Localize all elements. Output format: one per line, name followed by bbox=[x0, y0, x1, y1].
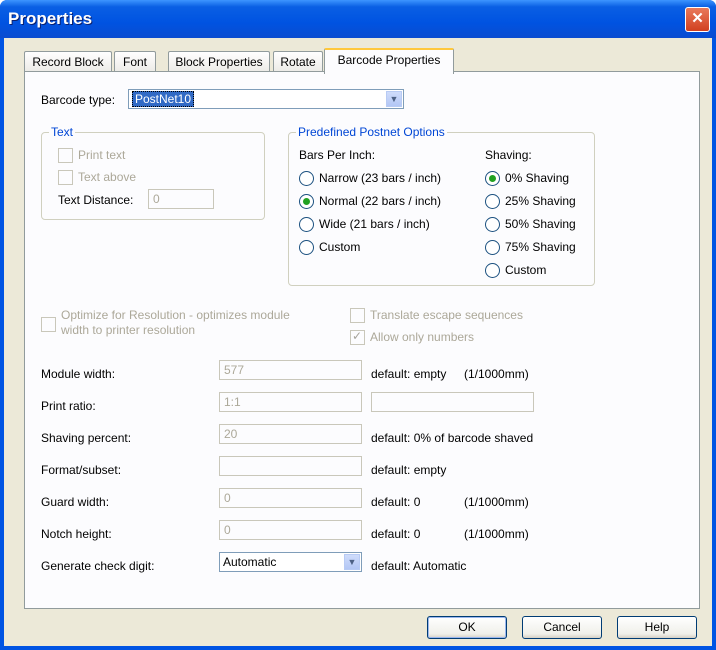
tab-record-block[interactable]: Record Block bbox=[24, 51, 112, 72]
postnet-group-title: Predefined Postnet Options bbox=[296, 125, 447, 139]
guard-width-input[interactable]: 0 bbox=[219, 488, 362, 508]
translate-escape-label: Translate escape sequences bbox=[370, 308, 523, 322]
guard-width-unit: (1/1000mm) bbox=[464, 495, 529, 509]
optimize-resolution-checkbox[interactable] bbox=[41, 317, 56, 332]
radio-narrow-label: Narrow (23 bars / inch) bbox=[319, 171, 442, 185]
check-digit-default: default: Automatic bbox=[371, 559, 467, 573]
optimize-resolution-label-line2: width to printer resolution bbox=[61, 323, 196, 337]
close-button[interactable]: ✕ bbox=[685, 7, 710, 32]
radio-wide-label: Wide (21 bars / inch) bbox=[319, 217, 430, 231]
ok-button[interactable]: OK bbox=[427, 616, 507, 639]
text-above-checkbox[interactable] bbox=[58, 170, 73, 185]
postnet-options-group: Predefined Postnet Options Bars Per Inch… bbox=[288, 125, 595, 286]
print-ratio-label: Print ratio: bbox=[41, 399, 96, 413]
text-distance-input[interactable]: 0 bbox=[148, 189, 214, 209]
cancel-button[interactable]: Cancel bbox=[522, 616, 602, 639]
radio-shaving-25-label: 25% Shaving bbox=[505, 194, 576, 208]
chevron-down-icon[interactable]: ▼ bbox=[344, 554, 360, 570]
tab-font[interactable]: Font bbox=[114, 51, 156, 72]
text-distance-label: Text Distance: bbox=[58, 193, 134, 207]
module-width-label: Module width: bbox=[41, 367, 116, 381]
check-digit-select[interactable]: Automatic ▼ bbox=[219, 552, 362, 572]
check-digit-label: Generate check digit: bbox=[41, 559, 155, 573]
barcode-type-value: PostNet10 bbox=[132, 91, 195, 107]
tab-block-properties[interactable]: Block Properties bbox=[168, 51, 270, 72]
check-digit-value: Automatic bbox=[223, 555, 277, 569]
allow-numbers-label: Allow only numbers bbox=[370, 330, 475, 344]
text-above-label: Text above bbox=[78, 170, 137, 184]
radio-bars-custom-label: Custom bbox=[319, 240, 361, 254]
tab-rotate[interactable]: Rotate bbox=[273, 51, 323, 72]
radio-shaving-0[interactable] bbox=[485, 171, 500, 186]
guard-width-label: Guard width: bbox=[41, 495, 110, 509]
text-group: Text Print text Text above Text Distance… bbox=[41, 125, 265, 220]
radio-shaving-50[interactable] bbox=[485, 217, 500, 232]
help-button[interactable]: Help bbox=[617, 616, 697, 639]
radio-shaving-75[interactable] bbox=[485, 240, 500, 255]
radio-shaving-custom-label: Custom bbox=[505, 263, 547, 277]
radio-bars-custom[interactable] bbox=[299, 240, 314, 255]
notch-height-input[interactable]: 0 bbox=[219, 520, 362, 540]
module-width-input[interactable]: 577 bbox=[219, 360, 362, 380]
radio-normal[interactable] bbox=[299, 194, 314, 209]
dialog-window: Properties ✕ Record Block Font Block Pro… bbox=[0, 0, 716, 650]
barcode-properties-panel: Barcode type: PostNet10 ▼ Text Print tex… bbox=[24, 71, 700, 609]
radio-narrow[interactable] bbox=[299, 171, 314, 186]
radio-shaving-25[interactable] bbox=[485, 194, 500, 209]
optimize-resolution-label-line1: Optimize for Resolution - optimizes modu… bbox=[61, 308, 290, 322]
format-subset-default: default: empty bbox=[371, 463, 447, 477]
print-text-label: Print text bbox=[78, 148, 126, 162]
title-bar[interactable]: Properties ✕ bbox=[0, 0, 716, 38]
shaving-percent-label: Shaving percent: bbox=[41, 431, 132, 445]
notch-height-default: default: 0 bbox=[371, 527, 421, 541]
radio-shaving-custom[interactable] bbox=[485, 263, 500, 278]
radio-normal-label: Normal (22 bars / inch) bbox=[319, 194, 442, 208]
print-ratio-input[interactable]: 1:1 bbox=[219, 392, 362, 412]
dialog-body: Record Block Font Block Properties Rotat… bbox=[4, 38, 712, 646]
tab-barcode-properties[interactable]: Barcode Properties bbox=[324, 48, 454, 74]
window-title: Properties bbox=[8, 9, 93, 28]
translate-escape-checkbox[interactable] bbox=[350, 308, 365, 323]
text-group-title: Text bbox=[49, 125, 76, 139]
radio-shaving-75-label: 75% Shaving bbox=[505, 240, 576, 254]
shaving-percent-default: default: 0% of barcode shaved bbox=[371, 431, 534, 445]
shaving-percent-input[interactable]: 20 bbox=[219, 424, 362, 444]
radio-shaving-0-label: 0% Shaving bbox=[505, 171, 570, 185]
module-width-default: default: empty bbox=[371, 367, 447, 381]
guard-width-default: default: 0 bbox=[371, 495, 421, 509]
notch-height-unit: (1/1000mm) bbox=[464, 527, 529, 541]
chevron-down-icon[interactable]: ▼ bbox=[386, 91, 402, 107]
print-ratio-extra-input[interactable] bbox=[371, 392, 534, 412]
barcode-type-select[interactable]: PostNet10 ▼ bbox=[128, 89, 404, 109]
print-text-checkbox[interactable] bbox=[58, 148, 73, 163]
format-subset-input[interactable] bbox=[219, 456, 362, 476]
allow-numbers-checkbox[interactable]: ✓ bbox=[350, 329, 365, 345]
bars-per-inch-label: Bars Per Inch: bbox=[299, 148, 376, 162]
format-subset-label: Format/subset: bbox=[41, 463, 122, 477]
notch-height-label: Notch height: bbox=[41, 527, 112, 541]
check-icon: ✓ bbox=[352, 329, 363, 343]
shaving-label: Shaving: bbox=[485, 148, 532, 162]
close-icon: ✕ bbox=[691, 10, 704, 27]
module-width-unit: (1/1000mm) bbox=[464, 367, 529, 381]
radio-wide[interactable] bbox=[299, 217, 314, 232]
radio-shaving-50-label: 50% Shaving bbox=[505, 217, 576, 231]
barcode-type-label: Barcode type: bbox=[41, 93, 116, 107]
